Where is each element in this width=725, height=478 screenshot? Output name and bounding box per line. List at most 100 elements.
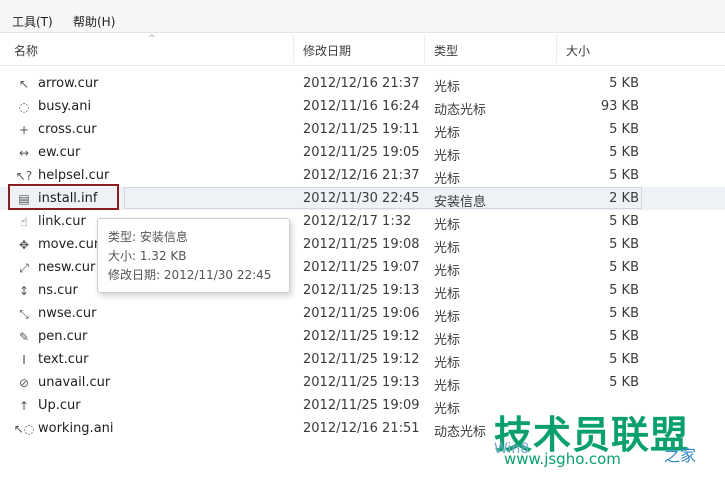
cross-cursor-icon: + [18, 123, 30, 137]
nesw-resize-cursor-icon: ⤢ [19, 260, 29, 275]
menu-help[interactable]: 帮助(H) [73, 13, 115, 30]
file-row[interactable]: ✎ pen.cur 2012/11/25 19:12 光标 5 KB [0, 325, 725, 348]
file-name: ew.cur [38, 145, 81, 160]
tooltip-size: 大小: 1.32 KB [108, 249, 187, 263]
file-name: cross.cur [38, 122, 97, 137]
file-name: text.cur [38, 352, 89, 367]
unavailable-cursor-icon: ⊘ [18, 376, 30, 390]
file-date: 2012/11/25 19:05 [303, 145, 420, 160]
file-date: 2012/11/25 19:13 [303, 283, 420, 298]
move-cursor-icon: ✥ [18, 238, 30, 252]
pen-cursor-icon: ✎ [18, 330, 30, 344]
file-type: 光标 [434, 172, 461, 187]
file-date: 2012/11/30 22:45 [303, 191, 420, 206]
help-cursor-icon: ↖? [15, 169, 33, 183]
file-type: 动态光标 [434, 103, 487, 118]
file-date: 2012/12/16 21:51 [303, 421, 420, 436]
file-name: nesw.cur [38, 260, 96, 275]
working-cursor-icon: ↖◌ [13, 422, 35, 436]
file-size: 5 KB [609, 306, 639, 321]
sort-ascending-icon: ^ [148, 34, 156, 44]
menu-tools[interactable]: 工具(T) [12, 13, 53, 30]
ns-resize-cursor-icon: ↕ [18, 284, 30, 298]
column-header-name[interactable]: 名称 [14, 42, 38, 59]
file-name: Up.cur [38, 398, 81, 413]
file-name: arrow.cur [38, 76, 99, 91]
file-date: 2012/11/25 19:12 [303, 352, 420, 367]
file-type: 光标 [434, 264, 461, 279]
file-name: link.cur [38, 214, 86, 229]
file-name: busy.ani [38, 99, 92, 114]
watermark-url: www.jsgho.com [504, 450, 621, 468]
file-row[interactable]: ↖ arrow.cur 2012/12/16 21:37 光标 5 KB [0, 72, 725, 95]
file-type: 光标 [434, 379, 461, 394]
column-header-type[interactable]: 类型 [434, 42, 458, 59]
file-type: 光标 [434, 333, 461, 348]
file-date: 2012/12/16 21:37 [303, 76, 420, 91]
file-info-tooltip: 类型: 安装信息 大小: 1.32 KB 修改日期: 2012/11/30 22… [97, 218, 290, 293]
file-name: working.ani [38, 421, 114, 436]
file-name: helpsel.cur [38, 168, 110, 183]
file-size: 5 KB [609, 76, 639, 91]
file-type: 安装信息 [434, 195, 487, 210]
file-date: 2012/11/16 16:24 [303, 99, 420, 114]
file-size: 5 KB [609, 329, 639, 344]
file-name: unavail.cur [38, 375, 111, 390]
file-size: 5 KB [609, 237, 639, 252]
file-size: 5 KB [609, 168, 639, 183]
file-row[interactable]: ◌ busy.ani 2012/11/16 16:24 动态光标 93 KB [0, 95, 725, 118]
file-row[interactable]: Itext.cur 2012/11/25 19:12 光标 5 KB [0, 348, 725, 371]
column-header-date[interactable]: 修改日期 [303, 42, 351, 59]
file-type: 光标 [434, 241, 461, 256]
file-type: 光标 [434, 149, 461, 164]
site-watermark: 技术员联盟 Win8 之家 www.jsgho.com [494, 404, 725, 478]
column-divider[interactable] [556, 35, 557, 63]
file-type: 光标 [434, 310, 461, 325]
column-header-size[interactable]: 大小 [566, 42, 590, 59]
column-divider[interactable] [293, 35, 294, 63]
file-size: 5 KB [609, 260, 639, 275]
file-type: 光标 [434, 126, 461, 141]
file-type: 光标 [434, 287, 461, 302]
file-type: 光标 [434, 356, 461, 371]
file-row[interactable]: ↔ ew.cur 2012/11/25 19:05 光标 5 KB [0, 141, 725, 164]
file-size: 5 KB [609, 375, 639, 390]
annotation-highlight-box [8, 184, 119, 210]
file-row[interactable]: + cross.cur 2012/11/25 19:11 光标 5 KB [0, 118, 725, 141]
busy-cursor-icon: ◌ [18, 100, 30, 114]
file-date: 2012/11/25 19:13 [303, 375, 420, 390]
column-divider[interactable] [424, 35, 425, 63]
file-date: 2012/11/25 19:12 [303, 329, 420, 344]
file-date: 2012/12/16 21:37 [303, 168, 420, 183]
file-type: 动态光标 [434, 425, 487, 440]
tooltip-date: 修改日期: 2012/11/30 22:45 [108, 268, 272, 282]
file-size: 5 KB [609, 352, 639, 367]
up-arrow-cursor-icon: ↑ [18, 399, 30, 413]
file-type: 光标 [434, 218, 461, 233]
file-row[interactable]: ⤡ nwse.cur 2012/11/25 19:06 光标 5 KB [0, 302, 725, 325]
column-header: ^ 名称 修改日期 类型 大小 [0, 33, 725, 66]
file-date: 2012/11/25 19:06 [303, 306, 420, 321]
file-type: 光标 [434, 402, 461, 417]
file-name: ns.cur [38, 283, 78, 298]
file-size: 93 KB [600, 99, 639, 114]
file-date: 2012/11/25 19:08 [303, 237, 420, 252]
tooltip-type: 类型: 安装信息 [108, 230, 188, 244]
file-name: nwse.cur [38, 306, 97, 321]
file-type: 光标 [434, 80, 461, 95]
file-date: 2012/12/17 1:32 [303, 214, 412, 229]
file-date: 2012/11/25 19:11 [303, 122, 420, 137]
nwse-resize-cursor-icon: ⤡ [19, 306, 29, 321]
file-size: 5 KB [609, 122, 639, 137]
ew-resize-cursor-icon: ↔ [18, 146, 30, 160]
file-name: pen.cur [38, 329, 88, 344]
file-size: 2 KB [609, 191, 639, 206]
file-row[interactable]: ⊘ unavail.cur 2012/11/25 19:13 光标 5 KB [0, 371, 725, 394]
arrow-cursor-icon: ↖ [18, 77, 30, 91]
file-date: 2012/11/25 19:07 [303, 260, 420, 275]
file-size: 5 KB [609, 214, 639, 229]
watermark-suffix: 之家 [664, 446, 697, 465]
text-cursor-icon: I [22, 353, 26, 367]
file-size: 5 KB [609, 283, 639, 298]
file-date: 2012/11/25 19:09 [303, 398, 420, 413]
